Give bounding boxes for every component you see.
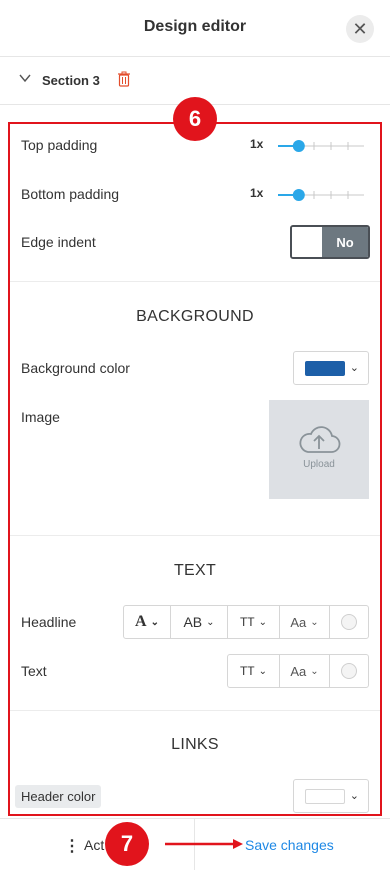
cloud-upload-icon: [299, 426, 341, 453]
font-family-icon: Aa: [290, 663, 307, 679]
headline-font-dropdown[interactable]: Aa ⌄: [280, 606, 330, 638]
headline-toolbar: A ⌄ AB ⌄ TT ⌄ Aa ⌄: [123, 605, 369, 639]
toggle-state: No: [322, 227, 368, 257]
chevron-down-icon: ⌄: [258, 616, 268, 628]
image-upload-box[interactable]: Upload: [269, 400, 369, 499]
chevron-down-icon: ⌄: [206, 616, 215, 628]
headline-color-picker[interactable]: [330, 606, 368, 638]
divider: [10, 710, 380, 711]
bottom-padding-label: Bottom padding: [21, 186, 120, 202]
step-marker-6: 6: [173, 97, 217, 141]
more-vertical-icon[interactable]: ⋮: [64, 836, 80, 856]
header-color-row: Header color ⌄: [10, 779, 380, 813]
header-color-swatch: [305, 789, 345, 804]
image-label: Image: [21, 409, 60, 425]
step-marker-7: 7: [105, 822, 149, 866]
edge-indent-label: Edge indent: [21, 234, 96, 250]
divider: [10, 535, 380, 536]
text-toolbar: TT ⌄ Aa ⌄: [227, 654, 369, 688]
headline-size-dropdown[interactable]: TT ⌄: [228, 606, 280, 638]
settings-panel: Top padding 1x Bottom padding 1x Edge in…: [8, 122, 382, 816]
chevron-down-icon: ⌄: [349, 790, 359, 802]
background-color-label: Background color: [21, 360, 130, 376]
headline-row: Headline A ⌄ AB ⌄ TT ⌄ Aa ⌄: [10, 605, 380, 639]
chevron-down-icon: ⌄: [150, 616, 159, 628]
text-case-icon: AB: [183, 614, 203, 630]
editor-footer: ⋮ Act Save changes: [0, 818, 390, 870]
background-color-picker[interactable]: ⌄: [293, 351, 369, 385]
bottom-padding-value: 1x: [250, 186, 264, 200]
background-color-row: Background color ⌄: [10, 351, 380, 385]
image-row: Image Upload: [10, 400, 380, 500]
bottom-padding-slider[interactable]: [278, 188, 364, 202]
upload-label: Upload: [303, 459, 335, 470]
text-label: Text: [21, 663, 47, 679]
text-font-dropdown[interactable]: Aa ⌄: [280, 655, 330, 687]
save-changes-button[interactable]: Save changes: [245, 837, 334, 853]
top-padding-slider[interactable]: [278, 139, 364, 153]
color-dot: [341, 663, 357, 679]
header-color-picker[interactable]: ⌄: [293, 779, 369, 813]
editor-header: Design editor ✕: [0, 0, 390, 57]
chevron-down-icon: ⌄: [310, 665, 319, 677]
trash-icon[interactable]: [117, 71, 131, 87]
edge-indent-toggle[interactable]: No: [290, 225, 370, 259]
links-title: LINKS: [171, 736, 219, 753]
header-title: Design editor: [143, 18, 247, 35]
text-color-picker[interactable]: [330, 655, 368, 687]
actions-button[interactable]: Act: [84, 837, 104, 853]
text-row: Text TT ⌄ Aa ⌄: [10, 654, 380, 688]
color-dot: [341, 614, 357, 630]
close-button[interactable]: ✕: [346, 15, 374, 43]
toggle-knob: [292, 227, 322, 257]
background-color-swatch: [305, 361, 345, 376]
edge-indent-row: Edge indent No: [10, 225, 380, 259]
chevron-down-icon: ⌄: [349, 362, 359, 374]
headline-bold-dropdown[interactable]: A ⌄: [124, 606, 171, 638]
arrow-right-icon: [165, 839, 243, 849]
headline-label: Headline: [21, 614, 77, 630]
divider: [10, 281, 380, 282]
top-padding-label: Top padding: [21, 137, 98, 153]
font-family-icon: Aa: [290, 614, 307, 630]
chevron-down-icon[interactable]: [18, 71, 32, 85]
font-size-icon: TT: [239, 615, 255, 629]
header-color-label: Header color: [15, 785, 102, 808]
section-label: Section 3: [42, 73, 100, 88]
font-weight-icon: A: [135, 613, 147, 630]
bottom-padding-row: Bottom padding 1x: [10, 186, 380, 206]
chevron-down-icon: ⌄: [310, 616, 319, 628]
text-title: TEXT: [173, 562, 217, 579]
text-size-dropdown[interactable]: TT ⌄: [228, 655, 280, 687]
top-padding-value: 1x: [250, 137, 264, 151]
font-size-icon: TT: [239, 664, 255, 678]
close-icon: ✕: [352, 19, 368, 39]
headline-case-dropdown[interactable]: AB ⌄: [171, 606, 228, 638]
chevron-down-icon: ⌄: [258, 665, 268, 677]
background-title: BACKGROUND: [136, 308, 254, 325]
